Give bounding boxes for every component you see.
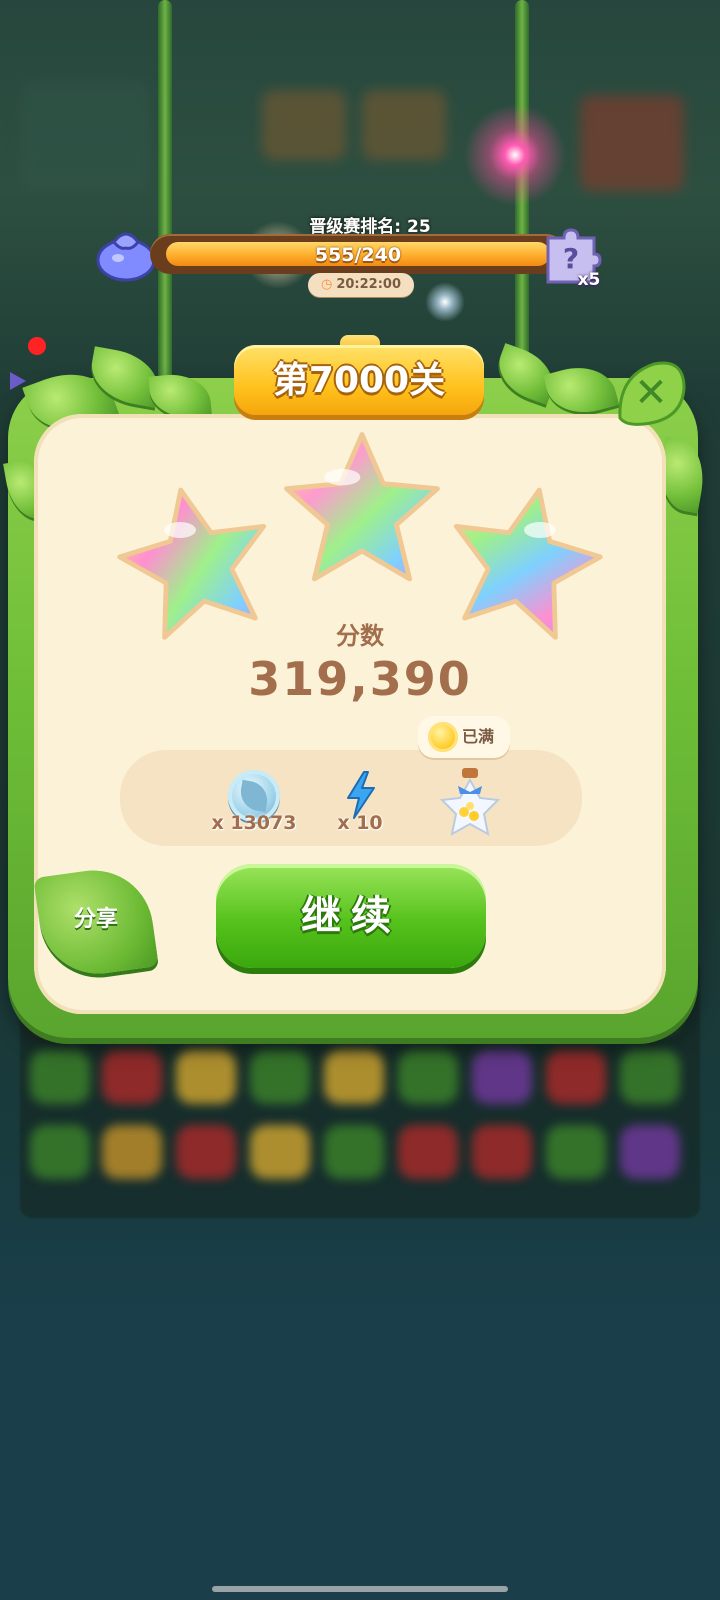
firework-effect (455, 95, 575, 215)
score-label: 分数 (336, 622, 384, 650)
progress-text: 555/240 (314, 244, 402, 266)
star-right-icon (453, 487, 603, 640)
close-icon[interactable]: ✕ (614, 358, 688, 428)
alarm-clock-icon: ◷ (320, 277, 333, 292)
share-button-label[interactable]: 分享 (40, 870, 152, 974)
background-sign (580, 95, 684, 191)
star-center-icon (284, 432, 440, 582)
full-badge-text: 已满 (462, 727, 495, 746)
notification-dot (28, 337, 46, 355)
star-left-icon (117, 487, 267, 640)
star-jar-icon (440, 768, 500, 836)
home-indicator[interactable] (212, 1586, 508, 1592)
sparkle-effect (425, 282, 465, 322)
event-timer: ◷ 20:22:00 (308, 273, 414, 297)
coin-icon (428, 722, 458, 752)
lightning-bolt-count: x 10 (337, 812, 383, 834)
level-title: 第7000关 (272, 360, 446, 401)
puzzle-count: x5 (577, 270, 601, 290)
background-sign (362, 90, 446, 160)
background-vine (158, 0, 172, 380)
continue-button-label[interactable]: 继续 (216, 864, 486, 968)
background-sign (262, 90, 346, 160)
leaf-coin-count: x 13073 (211, 812, 297, 834)
score-value: 319,390 (248, 652, 472, 706)
background-panel (20, 80, 150, 190)
timer-text: 20:22:00 (336, 277, 401, 292)
